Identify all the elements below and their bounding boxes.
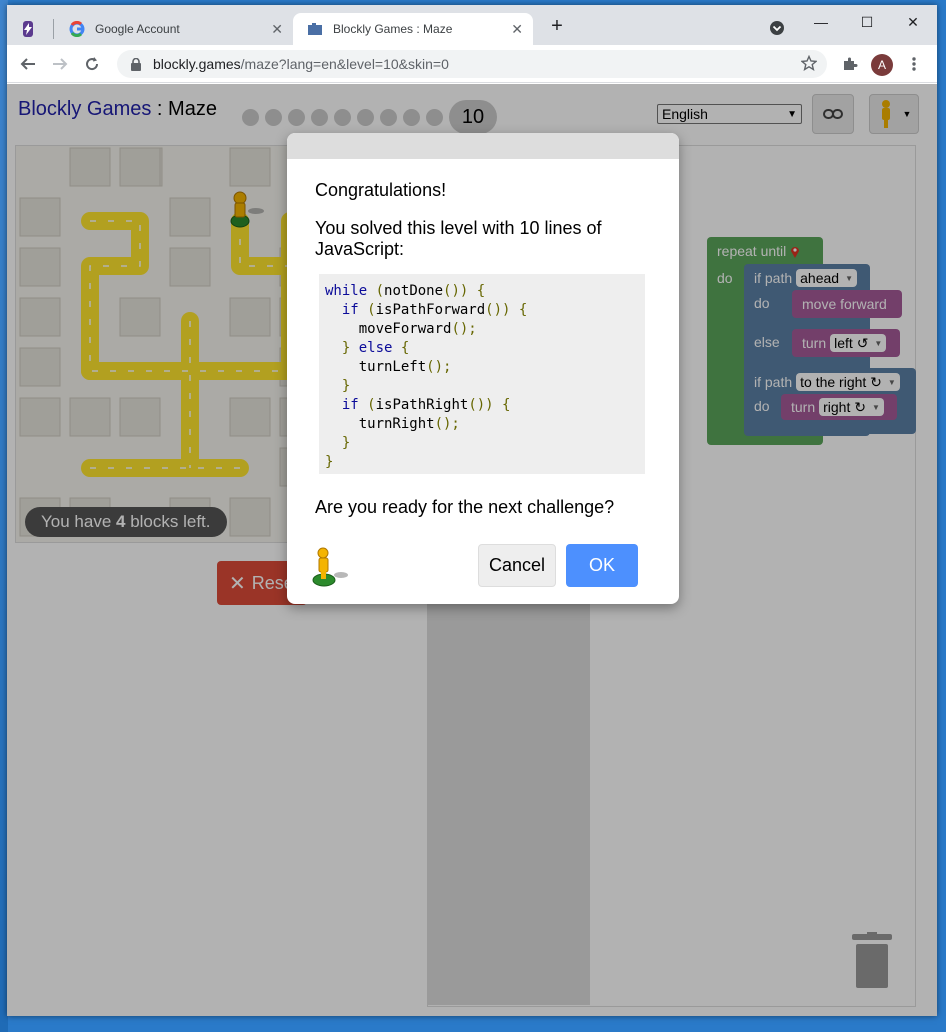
close-tab-icon[interactable]: ✕ bbox=[271, 21, 283, 38]
tab-separator bbox=[53, 19, 54, 39]
lock-icon bbox=[129, 57, 143, 71]
tab-strip: Google Account ✕ Blockly Games : Maze ✕ … bbox=[7, 5, 937, 45]
bookmark-star-icon[interactable] bbox=[800, 54, 818, 74]
dialog-message: You solved this level with 10 lines of J… bbox=[315, 218, 602, 259]
browser-toolbar: blockly.games/maze?lang=en&level=10&skin… bbox=[7, 45, 937, 83]
code-line: while (notDone()) { bbox=[325, 283, 486, 299]
address-bar[interactable]: blockly.games/maze?lang=en&level=10&skin… bbox=[117, 50, 827, 78]
forward-button[interactable] bbox=[47, 51, 73, 77]
arrow-right-icon bbox=[53, 58, 68, 70]
code-listing: while (notDone()) { if (isPathForward())… bbox=[319, 274, 645, 474]
cancel-button[interactable]: Cancel bbox=[478, 544, 556, 587]
browser-window: Google Account ✕ Blockly Games : Maze ✕ … bbox=[7, 5, 937, 1016]
tab-label: Blockly Games : Maze bbox=[333, 22, 453, 36]
pegman-icon bbox=[309, 546, 349, 588]
puzzle-icon bbox=[844, 57, 858, 70]
chevron-down-circle-icon bbox=[770, 21, 784, 35]
code-line: turnLeft(); bbox=[325, 359, 452, 375]
reload-button[interactable] bbox=[79, 51, 105, 77]
ok-button[interactable]: OK bbox=[566, 544, 638, 587]
google-icon bbox=[69, 21, 85, 37]
close-tab-icon[interactable]: ✕ bbox=[511, 21, 523, 38]
tab-google-account[interactable]: Google Account ✕ bbox=[55, 13, 293, 45]
code-line: } bbox=[341, 435, 351, 451]
tab-label: Google Account bbox=[95, 22, 180, 36]
menu-button[interactable] bbox=[901, 51, 927, 77]
url-path: /maze?lang=en&level=10&skin=0 bbox=[240, 56, 449, 72]
extensions-button[interactable] bbox=[837, 51, 863, 77]
code-line: } bbox=[325, 454, 334, 470]
tab-blockly-maze[interactable]: Blockly Games : Maze ✕ bbox=[293, 13, 533, 45]
bolt-icon bbox=[23, 21, 33, 37]
maximize-button[interactable]: ☐ bbox=[853, 10, 881, 34]
code-line: if (isPathForward()) { bbox=[341, 302, 528, 318]
tab-search-button[interactable] bbox=[763, 16, 791, 40]
code-line: moveForward(); bbox=[325, 321, 477, 337]
dialog-header bbox=[287, 133, 679, 159]
code-line: if (isPathRight()) { bbox=[341, 397, 511, 413]
url-host: blockly.games bbox=[153, 56, 241, 72]
dialog-question: Are you ready for the next challenge? bbox=[315, 497, 615, 517]
code-line: } bbox=[341, 378, 351, 394]
congratulations-dialog: Congratulations! You solved this level w… bbox=[287, 133, 679, 604]
dialog-title: Congratulations! bbox=[315, 180, 447, 200]
kebab-menu-icon bbox=[912, 57, 916, 71]
pinned-tab[interactable] bbox=[19, 13, 41, 45]
back-button[interactable] bbox=[15, 51, 41, 77]
close-window-button[interactable]: ✕ bbox=[899, 10, 927, 34]
blockly-puzzle-icon bbox=[307, 21, 323, 37]
profile-avatar[interactable]: A bbox=[871, 54, 893, 76]
minimize-button[interactable]: — bbox=[807, 10, 835, 34]
reload-icon bbox=[86, 57, 99, 71]
new-tab-button[interactable]: + bbox=[543, 14, 571, 38]
code-line: turnRight(); bbox=[325, 416, 460, 432]
code-line: } else { bbox=[341, 340, 410, 356]
arrow-left-icon bbox=[20, 58, 35, 70]
